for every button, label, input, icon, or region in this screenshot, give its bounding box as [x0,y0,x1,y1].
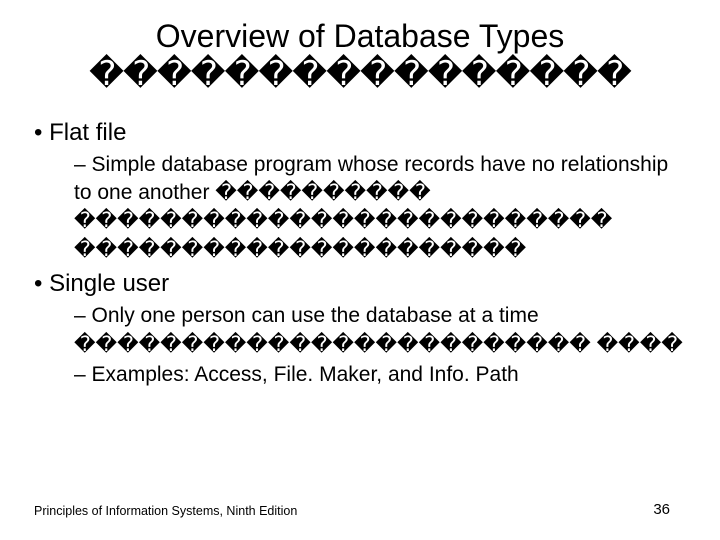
title-block: Overview of Database Types �������������… [0,0,720,91]
page-number: 36 [653,501,670,518]
bullet-flat-file-desc: Simple database program whose records ha… [74,151,686,264]
footer-text: Principles of Information Systems, Ninth… [34,504,297,518]
title-glyph-row: ���������������� [0,57,720,91]
bullet-examples: Examples: Access, File. Maker, and Info.… [74,361,686,389]
slide: Overview of Database Types �������������… [0,0,720,540]
slide-title: Overview of Database Types [0,18,720,55]
bullet-flat-file: Flat file [34,119,686,147]
slide-body: Flat file Simple database program whose … [0,91,720,389]
bullet-single-user: Single user [34,270,686,298]
bullet-single-user-desc: Only one person can use the database at … [74,302,686,359]
